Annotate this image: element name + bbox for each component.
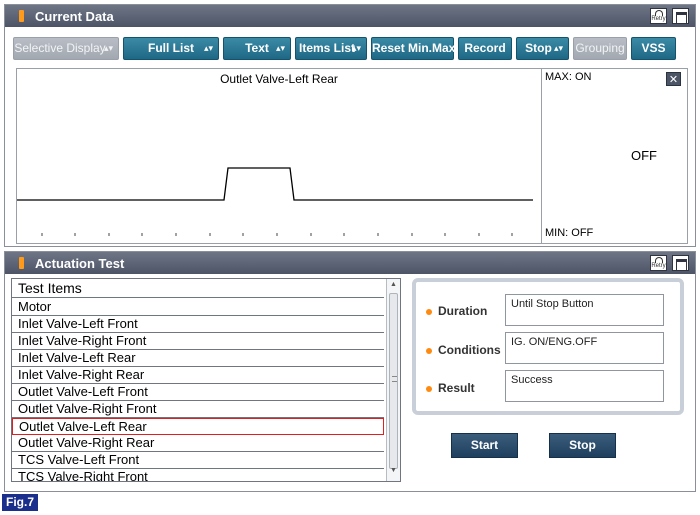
test-info-box: Duration Until Stop Button Conditions IG… xyxy=(412,278,684,415)
items-list-label: Items List xyxy=(298,41,355,55)
max-value-label: MAX: ON xyxy=(545,71,592,83)
signal-graph: Outlet Valve-Left Rear MAX: ON OFF MIN: … xyxy=(16,68,688,244)
current-value: OFF xyxy=(631,148,657,163)
text-dropdown[interactable]: Text ▴▾ xyxy=(223,37,291,60)
grouping-label: Grouping xyxy=(575,41,625,55)
scroll-up-icon[interactable]: ▲ xyxy=(388,281,399,293)
current-data-toolbar: Selective Display ▴▾ Full List ▴▾ Text ▴… xyxy=(5,27,695,67)
reset-min-max-label: Reset Min.Max xyxy=(372,41,456,55)
list-item[interactable]: Motor xyxy=(12,299,384,316)
items-list-dropdown[interactable]: Items List ▴▾ xyxy=(295,37,367,60)
full-list-dropdown[interactable]: Full List ▴▾ xyxy=(123,37,219,60)
close-graph-button[interactable]: ✕ xyxy=(666,72,681,86)
list-item[interactable]: Inlet Valve-Left Rear xyxy=(12,350,384,367)
conditions-field: IG. ON/ENG.OFF xyxy=(505,332,664,364)
current-data-panel: Current Data Retry Selective Display ▴▾ … xyxy=(4,4,696,247)
record-button[interactable]: Record xyxy=(458,37,512,60)
list-item[interactable]: Inlet Valve-Right Rear xyxy=(12,367,384,384)
retry-button[interactable]: Retry xyxy=(650,255,667,271)
bullet-icon xyxy=(426,348,432,354)
vss-label: VSS xyxy=(641,41,666,55)
list-item-selected[interactable]: Outlet Valve-Left Rear xyxy=(12,418,384,435)
stop-button[interactable]: Stop xyxy=(549,433,616,458)
list-item[interactable]: Outlet Valve-Right Front xyxy=(12,401,384,418)
grip-icon xyxy=(392,376,397,382)
selective-display-dropdown[interactable]: Selective Display ▴▾ xyxy=(13,37,119,60)
scroll-thumb[interactable] xyxy=(389,293,398,469)
selective-display-label: Selective Display xyxy=(14,41,106,55)
list-item[interactable]: Inlet Valve-Right Front xyxy=(12,333,384,350)
start-button[interactable]: Start xyxy=(451,433,518,458)
reset-min-max-button[interactable]: Reset Min.Max xyxy=(371,37,456,60)
signal-trace-line xyxy=(17,167,533,201)
current-data-titlebar: Current Data Retry xyxy=(5,5,695,27)
record-label: Record xyxy=(464,41,506,55)
bullet-icon xyxy=(426,309,432,315)
list-item[interactable]: TCS Valve-Right Front xyxy=(12,469,384,481)
grouping-button[interactable]: Grouping xyxy=(573,37,627,60)
time-axis-ticks xyxy=(41,233,513,236)
signal-trace-plot xyxy=(17,167,533,236)
scroll-down-icon[interactable]: ▼ xyxy=(388,467,399,479)
title-marker-icon xyxy=(19,10,24,22)
full-list-label: Full List xyxy=(148,41,194,55)
actuation-test-title: Actuation Test xyxy=(35,256,125,271)
actuation-test-titlebar: Actuation Test Retry xyxy=(5,252,695,274)
list-item[interactable]: Outlet Valve-Left Front xyxy=(12,384,384,401)
stop-view-label: Stop xyxy=(525,41,552,55)
close-icon: ✕ xyxy=(668,74,679,86)
retry-button[interactable]: Retry xyxy=(650,8,667,24)
current-data-title: Current Data xyxy=(35,9,114,24)
maximize-button[interactable] xyxy=(672,255,689,271)
conditions-label: Conditions xyxy=(438,343,501,357)
updown-arrow-icon: ▴▾ xyxy=(103,43,113,53)
vss-button[interactable]: VSS xyxy=(631,37,676,60)
text-view-label: Text xyxy=(245,41,269,55)
retry-label: Retry xyxy=(651,16,666,22)
updown-arrow-icon: ▴▾ xyxy=(275,43,285,53)
result-field: Success xyxy=(505,370,664,402)
bullet-icon xyxy=(426,386,432,392)
list-scrollbar[interactable]: ▲ ▼ xyxy=(386,279,400,481)
maximize-button[interactable] xyxy=(672,8,689,24)
min-value-label: MIN: OFF xyxy=(545,227,594,239)
list-item[interactable]: TCS Valve-Left Front xyxy=(12,452,384,469)
graph-divider xyxy=(541,69,542,243)
list-item[interactable]: Outlet Valve-Right Rear xyxy=(12,435,384,452)
stop-dropdown[interactable]: Stop ▴▾ xyxy=(516,37,569,60)
updown-arrow-icon: ▴▾ xyxy=(351,43,361,53)
retry-label: Retry xyxy=(651,263,666,269)
figure-label: Fig.7 xyxy=(2,494,38,511)
result-label: Result xyxy=(438,381,475,395)
test-items-list: Test Items Motor Inlet Valve-Left Front … xyxy=(11,278,401,482)
list-item[interactable]: Inlet Valve-Left Front xyxy=(12,316,384,333)
updown-arrow-icon: ▴▾ xyxy=(553,43,563,53)
duration-label: Duration xyxy=(438,304,488,318)
duration-field: Until Stop Button xyxy=(505,294,664,326)
title-marker-icon xyxy=(19,257,24,269)
updown-arrow-icon: ▴▾ xyxy=(203,43,213,53)
list-header: Test Items xyxy=(12,279,384,298)
